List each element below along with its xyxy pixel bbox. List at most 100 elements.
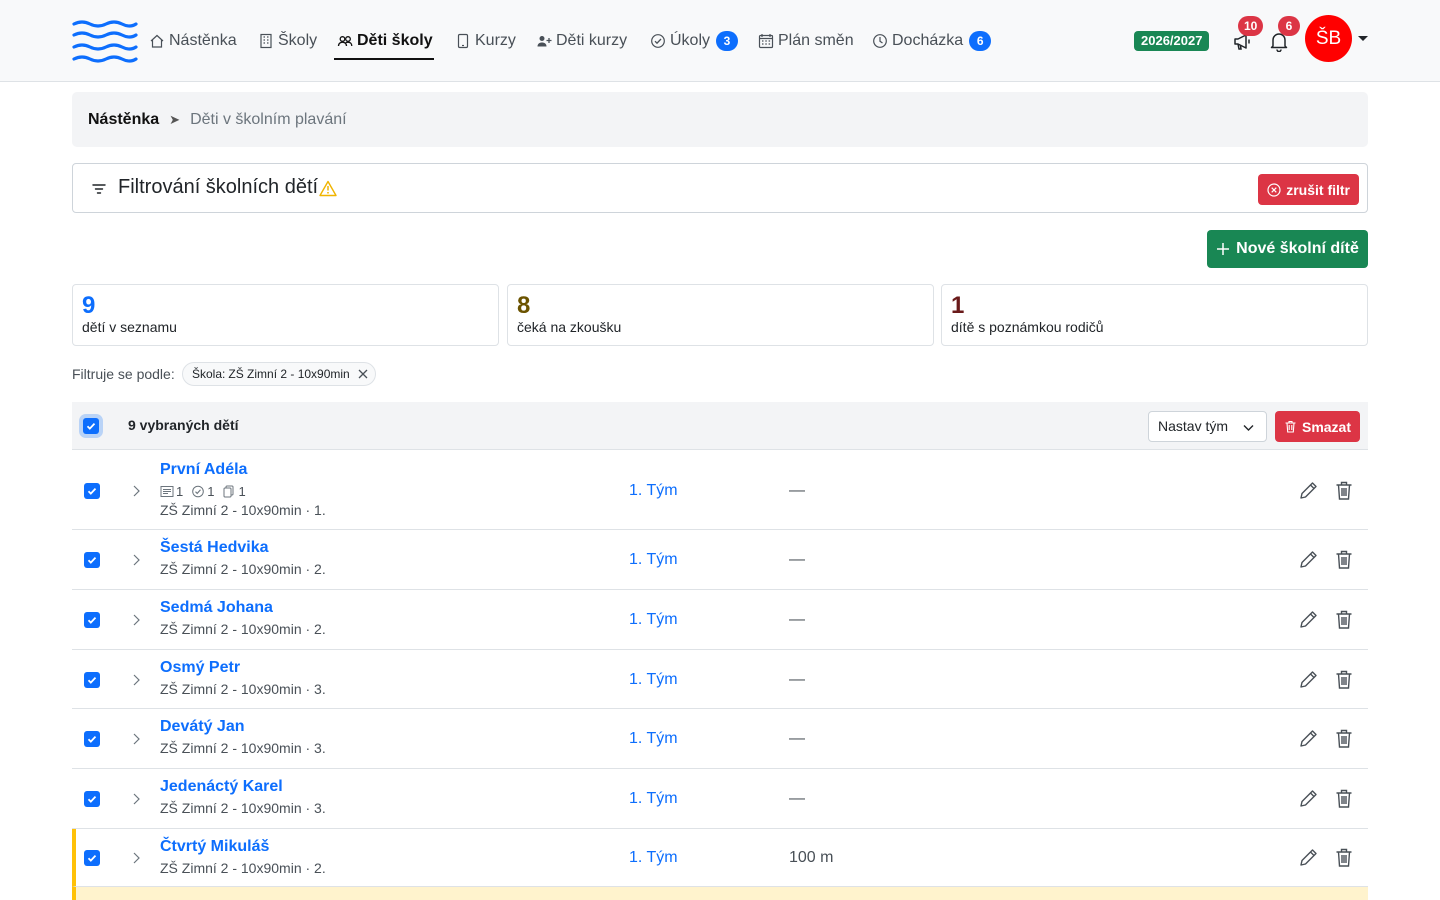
team-link[interactable]: 1. Tým <box>629 671 678 689</box>
nav-label: Školy <box>278 32 318 49</box>
warning-icon <box>319 180 337 197</box>
season-badge[interactable]: 2026/2027 <box>1134 31 1210 51</box>
person-plus-icon <box>537 36 552 47</box>
chevron-right-icon[interactable] <box>131 674 141 686</box>
team-link[interactable]: 1. Tým <box>629 611 678 629</box>
swim-distance: — <box>789 730 805 747</box>
row-checkbox[interactable] <box>84 612 100 628</box>
nav-item-courses[interactable]: Kurzy <box>455 0 516 82</box>
table-row[interactable]: Sedmá Johana ZŠ Zimní 2 - 10x90min · 2. 1.… <box>72 590 1368 650</box>
announcements-button[interactable]: 10 <box>1232 16 1264 54</box>
nav-item-attendance[interactable]: Docházka 6 <box>872 0 992 82</box>
table-row[interactable]: Čtvrtý Mikuláš ZŠ Zimní 2 - 10x90min · 2.… <box>72 829 1368 887</box>
check-circle-icon <box>651 34 665 48</box>
swim-distance: — <box>789 790 805 807</box>
docs-count: 1 <box>238 484 246 499</box>
breadcrumb-current: Děti v školním plavání <box>190 110 347 128</box>
notifications-button[interactable]: 6 <box>1268 16 1300 54</box>
nav-item-dashboard[interactable]: Nástěnka <box>149 0 237 82</box>
pencil-icon[interactable] <box>1297 609 1319 631</box>
trash-icon[interactable] <box>1335 729 1353 749</box>
nav-item-tasks[interactable]: Úkoly 3 <box>650 0 739 82</box>
trash-icon[interactable] <box>1335 610 1353 630</box>
child-name-link[interactable]: První Adéla <box>160 461 247 479</box>
user-avatar[interactable]: ŠB <box>1305 15 1352 62</box>
clear-filter-button[interactable]: zrušit filtr <box>1258 174 1359 205</box>
child-school-info: ZŠ Zimní 2 - 10x90min · 1. <box>160 502 326 518</box>
chevron-down-icon <box>1243 425 1254 431</box>
swim-distance: — <box>789 611 805 628</box>
breadcrumb-home-link[interactable]: Nástěnka <box>88 111 159 129</box>
new-school-child-button[interactable]: Nové školní dítě <box>1207 230 1368 268</box>
team-link[interactable]: 1. Tým <box>629 482 678 500</box>
nav-item-schools[interactable]: Školy <box>258 0 317 82</box>
child-name-link[interactable]: Šestá Hedvika <box>160 539 269 557</box>
chevron-right-icon[interactable] <box>131 554 141 566</box>
bulk-delete-button[interactable]: Smazat <box>1275 411 1360 442</box>
child-name-link[interactable]: Jedenáctý Karel <box>160 778 283 796</box>
stat-label: dětí v seznamu <box>82 319 177 335</box>
chevron-right-icon[interactable] <box>131 793 141 805</box>
filter-icon <box>92 184 106 194</box>
note-icon <box>160 486 174 497</box>
nav-item-shift-plan[interactable]: Plán směn <box>758 0 854 82</box>
row-checkbox[interactable] <box>84 791 100 807</box>
check-icon <box>87 616 97 624</box>
chevron-right-icon[interactable] <box>131 485 141 497</box>
team-link[interactable]: 1. Tým <box>629 790 678 808</box>
trash-icon[interactable] <box>1335 481 1353 501</box>
child-name-link[interactable]: Sedmá Johana <box>160 599 273 617</box>
chevron-down-icon[interactable] <box>1358 36 1368 41</box>
child-name-link[interactable]: Čtvrtý Mikuláš <box>160 838 269 856</box>
trash-icon[interactable] <box>1335 848 1353 868</box>
row-checkbox[interactable] <box>84 731 100 747</box>
child-school-info: ZŠ Zimní 2 - 10x90min · 2. <box>160 860 326 876</box>
pencil-icon[interactable] <box>1297 847 1319 869</box>
filter-panel-header[interactable]: Filtrování školních dětí zrušit filtr <box>72 163 1368 213</box>
trash-icon[interactable] <box>1335 550 1353 570</box>
swim-distance: 100 m <box>789 849 834 866</box>
row-checkbox[interactable] <box>84 850 100 866</box>
pencil-icon[interactable] <box>1297 669 1319 691</box>
pencil-icon[interactable] <box>1297 728 1319 750</box>
row-checkbox[interactable] <box>84 483 100 499</box>
nav-item-course-children[interactable]: Děti kurzy <box>536 0 627 82</box>
chevron-right-icon[interactable] <box>131 733 141 745</box>
tablet-icon <box>457 33 469 49</box>
chevron-right-icon[interactable] <box>131 614 141 626</box>
logo-waves-icon[interactable] <box>72 20 138 64</box>
attendance-count-badge: 6 <box>969 31 992 51</box>
trash-icon[interactable] <box>1335 789 1353 809</box>
stat-awaiting-exam: 8 čeká na zkoušku <box>507 284 934 346</box>
trash-icon[interactable] <box>1335 670 1353 690</box>
table-row[interactable]: Jedenáctý Karel ZŠ Zimní 2 - 10x90min · 3… <box>72 769 1368 829</box>
team-link[interactable]: 1. Tým <box>629 849 678 867</box>
filter-title: Filtrování školních dětí <box>118 176 319 198</box>
chevron-right-icon[interactable] <box>131 852 141 864</box>
people-icon <box>337 36 353 47</box>
pencil-icon[interactable] <box>1297 788 1319 810</box>
table-row[interactable]: Devátý Jan ZŠ Zimní 2 - 10x90min · 3. 1. T… <box>72 709 1368 769</box>
pencil-icon[interactable] <box>1297 480 1319 502</box>
nav-label: Děti kurzy <box>556 32 628 49</box>
select-all-checkbox[interactable] <box>83 418 99 434</box>
check-icon <box>87 487 97 495</box>
tasks-count: 1 <box>207 484 215 499</box>
row-checkbox[interactable] <box>84 552 100 568</box>
pencil-icon[interactable] <box>1297 549 1319 571</box>
child-name-link[interactable]: Devátý Jan <box>160 718 245 736</box>
team-link[interactable]: 1. Tým <box>629 730 678 748</box>
set-team-select[interactable]: Nastav tým <box>1148 411 1267 442</box>
close-icon[interactable] <box>357 368 369 380</box>
active-filter-chip: Škola: ZŠ Zimní 2 - 10x90min <box>182 362 376 386</box>
table-row[interactable]: Osmý Petr ZŠ Zimní 2 - 10x90min · 3. 1. Tý… <box>72 650 1368 709</box>
building-icon <box>260 33 272 49</box>
stat-parent-notes: 1 dítě s poznámkou rodičů <box>941 284 1368 346</box>
table-row[interactable]: Šestá Hedvika ZŠ Zimní 2 - 10x90min · 2. 1… <box>72 530 1368 590</box>
table-row[interactable]: První Adéla 1 1 1 ZŠ Zimní 2 - 10x90min · 1.… <box>72 451 1368 530</box>
nav-item-school-children[interactable]: Děti školy <box>337 0 433 82</box>
child-name-link[interactable]: Osmý Petr <box>160 659 240 677</box>
team-link[interactable]: 1. Tým <box>629 551 678 569</box>
row-checkbox[interactable] <box>84 672 100 688</box>
copy-icon <box>223 485 234 498</box>
